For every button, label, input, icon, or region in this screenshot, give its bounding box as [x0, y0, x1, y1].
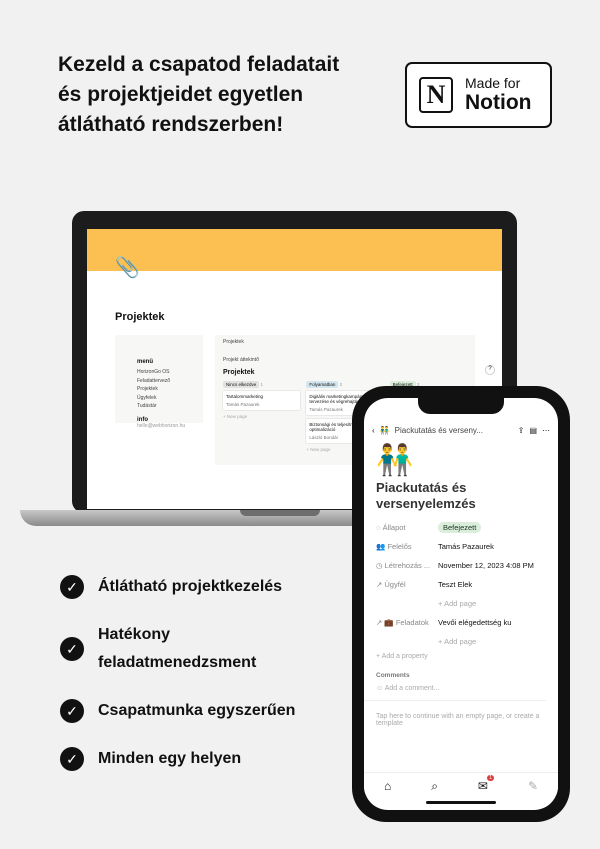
- add-property-label: Add a property: [381, 653, 428, 660]
- menu-label: menü: [137, 359, 154, 365]
- breadcrumb[interactable]: Projektek: [223, 339, 467, 345]
- sidebar-item[interactable]: Tudástár: [137, 402, 203, 411]
- sidebar-item[interactable]: Feladattervező: [137, 377, 203, 386]
- status-tag: Folyamatban: [306, 381, 339, 388]
- phone-page-title: Piackutatás és versenyelemzés: [376, 480, 476, 511]
- check-icon: ✓: [60, 637, 84, 661]
- board-card[interactable]: Tartalommarketing Tamás Pazaurek: [223, 391, 301, 410]
- page-cover: [87, 229, 502, 271]
- phone-notch: [418, 398, 504, 414]
- board-column: Nincs elkezdve 1 Tartalommarketing Tamás P…: [223, 381, 301, 452]
- property-row: 👥 Felelős Tamás Pazaurek: [376, 537, 546, 556]
- card-person: Tamás Pazaurek: [226, 402, 260, 407]
- add-page-button[interactable]: + Add page: [376, 632, 546, 651]
- db-title: Projektek: [223, 369, 255, 376]
- headline: Kezeld a csapatod feladatait és projektj…: [58, 53, 340, 136]
- property-value[interactable]: Tamás Pazaurek: [438, 542, 494, 551]
- check-icon: ✓: [60, 747, 84, 771]
- property-key: Feladatok: [395, 618, 429, 627]
- feature-text: Minden egy helyen: [98, 750, 242, 767]
- back-icon[interactable]: ‹: [372, 426, 375, 435]
- add-comment-input[interactable]: ☺ Add a comment...: [364, 683, 546, 701]
- laptop-notch: [240, 510, 320, 516]
- check-icon: ✓: [60, 575, 84, 599]
- property-row: ◌ Állapot Befejezett: [376, 518, 546, 537]
- feature-item: ✓ Hatékony feladatmenedzsment: [60, 623, 318, 677]
- feature-item: ✓ Átlátható projektkezelés: [60, 575, 318, 601]
- help-button[interactable]: ?: [485, 365, 495, 375]
- property-icon: 👥: [376, 542, 386, 551]
- property-row: ↗ Ügyfél Teszt Elek: [376, 575, 546, 594]
- property-icon: ◌: [376, 523, 381, 532]
- page-title: Projektek: [115, 311, 165, 323]
- add-page-button[interactable]: + Add page: [376, 594, 546, 613]
- badge-line2: Notion: [465, 91, 532, 114]
- made-for-notion-badge: N Made for Notion: [405, 62, 552, 128]
- feature-text: Átlátható projektkezelés: [98, 578, 283, 595]
- property-key: Ügyfél: [384, 580, 406, 589]
- view-tab[interactable]: Projekt áttekintő: [223, 357, 467, 363]
- property-icon: ↗ 💼: [376, 618, 394, 627]
- sidebar-item[interactable]: Ügyfelek: [137, 394, 203, 403]
- comment-icon[interactable]: ▤: [529, 426, 537, 435]
- page-emoji-icon: 👬: [379, 426, 390, 435]
- home-indicator: [426, 801, 496, 804]
- comments-label: Comments: [376, 672, 410, 679]
- badge-line1: Made for: [465, 75, 521, 91]
- property-row: ◷ Létrehozás ... November 12, 2023 4:08 P…: [376, 556, 546, 575]
- check-icon: ✓: [60, 699, 84, 723]
- new-page-button[interactable]: + New page: [223, 414, 300, 419]
- property-value[interactable]: Teszt Elek: [438, 580, 472, 589]
- add-property[interactable]: + Add a property: [364, 651, 558, 662]
- compose-icon[interactable]: ✎: [528, 779, 538, 794]
- property-value[interactable]: November 12, 2023 4:08 PM: [438, 561, 534, 570]
- search-icon[interactable]: ⌕: [431, 779, 438, 794]
- feature-text: Hatékony feladatmenedzsment: [98, 626, 257, 671]
- phone-screen: ‹ 👬 Piackutatás és verseny... ⇪ ▤ ⋯ 👬 Pi…: [364, 398, 558, 810]
- share-icon[interactable]: ⇪: [518, 426, 525, 435]
- add-page-label: Add page: [444, 637, 477, 646]
- property-icon: ↗: [376, 580, 383, 589]
- inbox-icon[interactable]: ✉ 1: [478, 775, 494, 794]
- notion-logo-icon: N: [419, 77, 453, 113]
- inbox-count-badge: 1: [487, 775, 494, 781]
- column-count: 2: [339, 382, 343, 387]
- email[interactable]: hello@webhorizon.hu: [137, 423, 203, 429]
- feature-item: ✓ Csapatmunka egyszerűen: [60, 699, 318, 725]
- phone-mockup: ‹ 👬 Piackutatás és verseny... ⇪ ▤ ⋯ 👬 Pi…: [352, 386, 570, 822]
- feature-text: Csapatmunka egyszerűen: [98, 702, 296, 719]
- paperclip-icon: 📎: [115, 257, 140, 279]
- page-icon: 👬: [376, 444, 414, 477]
- card-title: Tartalommarketing: [226, 394, 264, 399]
- property-key: Állapot: [382, 523, 406, 532]
- property-key: Felelős: [387, 542, 412, 551]
- sidebar-item[interactable]: HorizonGo OS: [137, 368, 203, 377]
- home-icon[interactable]: ⌂: [384, 779, 391, 794]
- more-icon[interactable]: ⋯: [542, 426, 550, 435]
- tab-bar: ⌂ ⌕ ✉ 1 ✎: [364, 772, 558, 794]
- sidebar-item[interactable]: Projektek: [137, 385, 203, 394]
- empty-page-hint[interactable]: Tap here to continue with an empty page,…: [364, 701, 558, 727]
- sidebar: menü HorizonGo OS Feladattervező Projekt…: [115, 335, 203, 429]
- property-icon: ◷: [376, 561, 383, 570]
- property-row: ↗ 💼 Feladatok Vevői elégedettség ku: [376, 613, 546, 632]
- status-tag: Nincs elkezdve: [223, 381, 260, 388]
- feature-list: ✓ Átlátható projektkezelés ✓ Hatékony fela…: [60, 575, 318, 795]
- header-title: Piackutatás és verseny...: [394, 426, 483, 435]
- property-key: Létrehozás ...: [384, 561, 431, 570]
- add-page-label: Add page: [444, 599, 477, 608]
- property-value[interactable]: Vevői elégedettség ku: [438, 618, 511, 627]
- column-count: 1: [260, 382, 264, 387]
- status-badge[interactable]: Befejezett: [438, 522, 482, 533]
- feature-item: ✓ Minden egy helyen: [60, 747, 318, 773]
- add-comment-placeholder: Add a comment...: [384, 685, 440, 692]
